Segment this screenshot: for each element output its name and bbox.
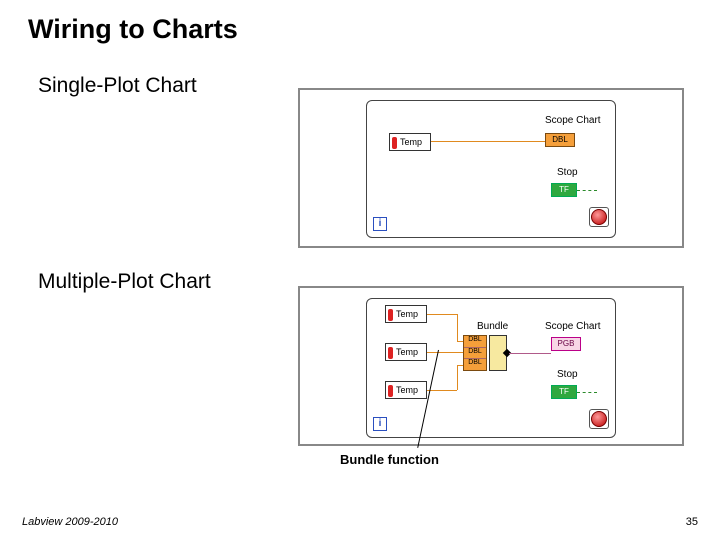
wire-t1v bbox=[457, 314, 458, 341]
slide-title: Wiring to Charts bbox=[28, 14, 238, 45]
temp-node-2: Temp bbox=[385, 343, 427, 361]
stop-terminal-2 bbox=[591, 411, 607, 427]
temp-node-1: Temp bbox=[385, 305, 427, 323]
wire-bundle-out bbox=[509, 353, 551, 354]
iteration-terminal: i bbox=[373, 217, 387, 231]
footer-text: Labview 2009-2010 bbox=[22, 516, 118, 528]
section-single-plot: Single-Plot Chart bbox=[38, 74, 197, 98]
stop-terminal bbox=[591, 209, 607, 225]
wire-t3h bbox=[457, 365, 463, 366]
bundle-caption: Bundle function bbox=[340, 452, 439, 467]
scope-chart-label: Scope Chart bbox=[545, 115, 601, 126]
stop-label: Stop bbox=[557, 167, 578, 178]
wire-t3v bbox=[457, 365, 458, 390]
temp-node: Temp bbox=[389, 133, 431, 151]
wire-t1h bbox=[457, 341, 463, 342]
diagram-single-plot: i Temp Scope Chart DBL Stop TF bbox=[298, 88, 684, 248]
tf-control: TF bbox=[551, 183, 577, 197]
stop-label-2: Stop bbox=[557, 369, 578, 380]
scope-chart-label-2: Scope Chart bbox=[545, 321, 601, 332]
wire-t1 bbox=[427, 314, 457, 315]
wire-t2 bbox=[427, 352, 463, 353]
wire-stop-2 bbox=[577, 392, 597, 393]
dbl-indicator: DBL bbox=[545, 133, 575, 147]
while-loop: i Temp Scope Chart DBL Stop TF bbox=[366, 100, 616, 238]
wire-temp-to-chart bbox=[431, 141, 545, 142]
temp-node-3: Temp bbox=[385, 381, 427, 399]
section-multiple-plot: Multiple-Plot Chart bbox=[38, 270, 211, 294]
bundle-input-terminals: DBLDBLDBL bbox=[463, 335, 487, 371]
while-loop-multi: i Temp Temp Temp Bundle DBLDBLDBL Scope … bbox=[366, 298, 616, 438]
diagram-multiple-plot: i Temp Temp Temp Bundle DBLDBLDBL Scope … bbox=[298, 286, 684, 446]
iteration-terminal-2: i bbox=[373, 417, 387, 431]
wire-stop bbox=[577, 190, 597, 191]
cluster-indicator: PGB bbox=[551, 337, 581, 351]
page-number: 35 bbox=[686, 516, 698, 528]
bundle-label: Bundle bbox=[477, 321, 508, 332]
tf-control-2: TF bbox=[551, 385, 577, 399]
wire-t3 bbox=[427, 390, 457, 391]
bundle-node bbox=[489, 335, 507, 371]
